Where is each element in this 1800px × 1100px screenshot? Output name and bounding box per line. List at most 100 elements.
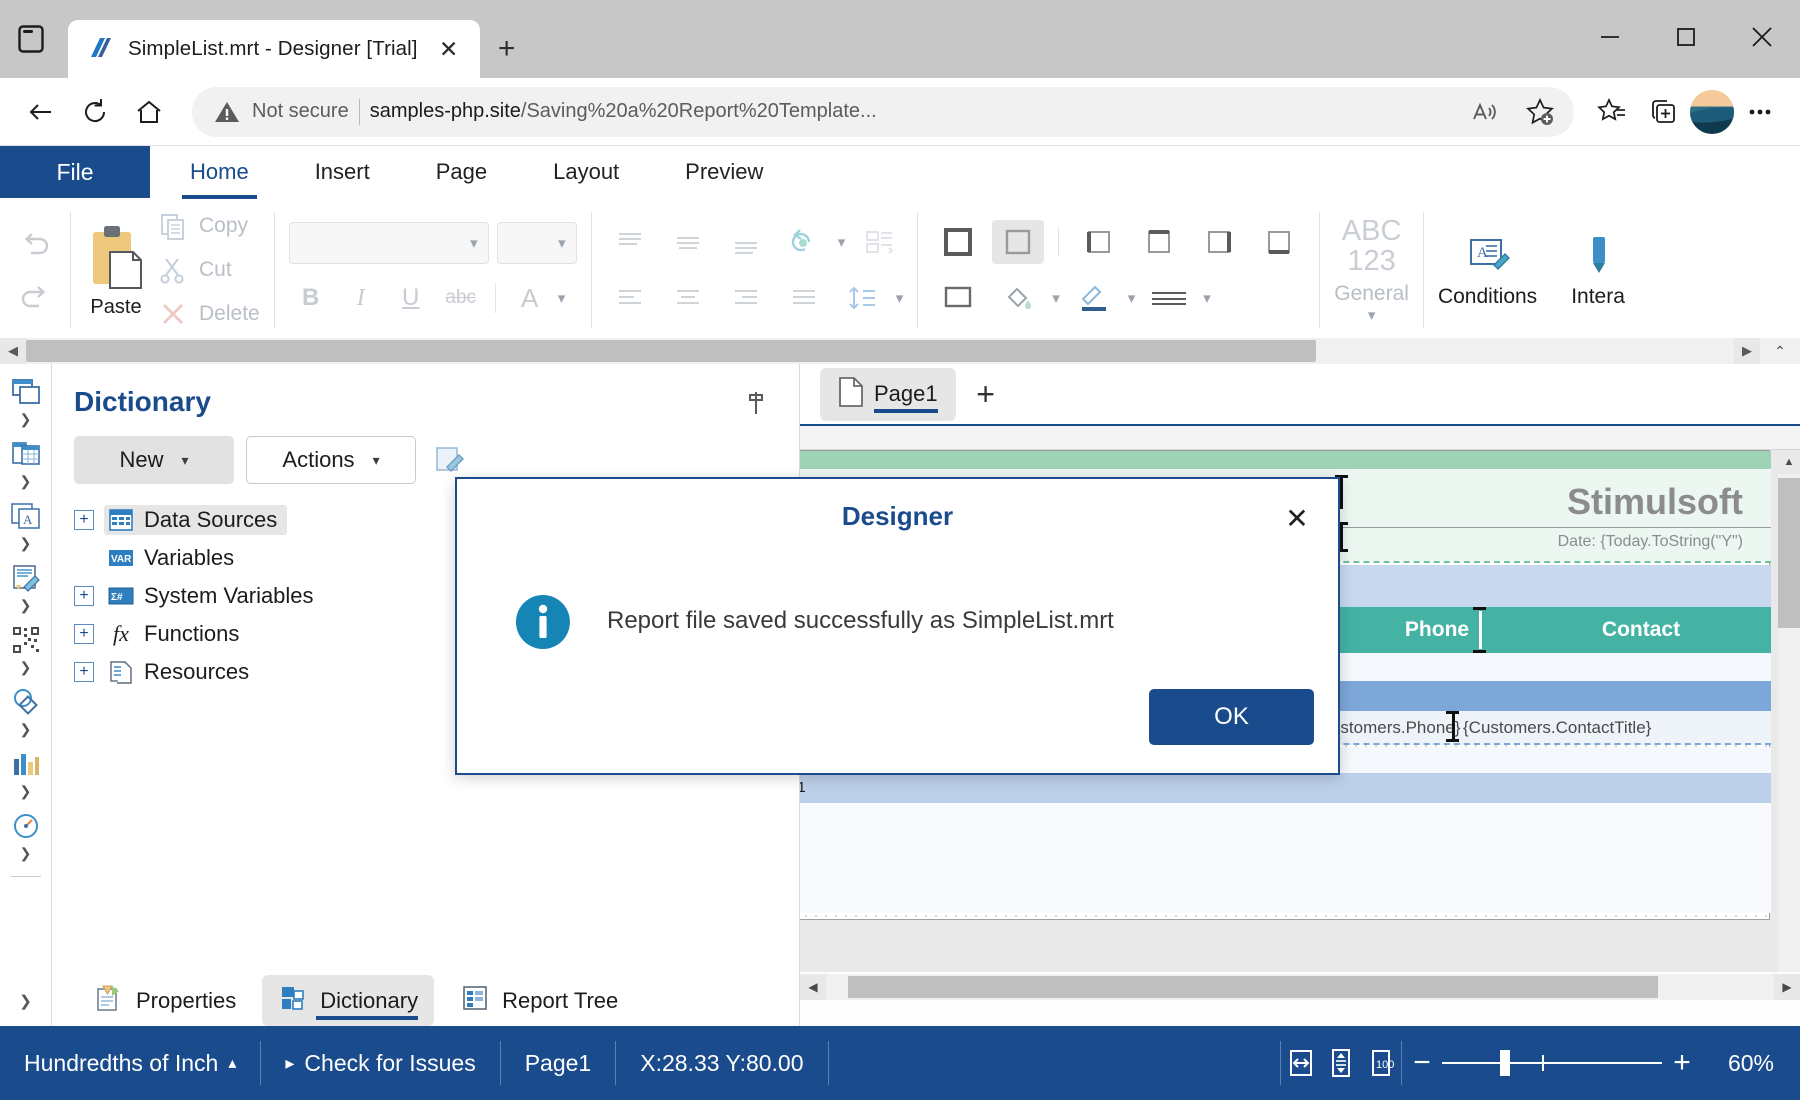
align-left-icon[interactable] bbox=[606, 277, 654, 319]
pin-icon[interactable] bbox=[741, 388, 771, 418]
rail-item-shapes[interactable]: ❯ bbox=[0, 682, 52, 742]
tab-page[interactable]: Page bbox=[410, 146, 513, 198]
check-issues-button[interactable]: ▸ Check for Issues bbox=[261, 1040, 499, 1086]
address-bar[interactable]: Not secure samples-php.site/Saving%20a%2… bbox=[192, 86, 1574, 137]
fit-page-icon[interactable] bbox=[1321, 1043, 1361, 1083]
chevron-down-icon[interactable]: ▾ bbox=[1052, 289, 1060, 307]
rail-item-barcode[interactable]: ❯ bbox=[0, 620, 52, 680]
fit-width-icon[interactable] bbox=[1281, 1043, 1321, 1083]
align-middle-icon[interactable] bbox=[664, 221, 712, 263]
underline-button[interactable]: U bbox=[389, 278, 433, 318]
actions-button[interactable]: Actions ▾ bbox=[246, 436, 416, 484]
security-indicator[interactable]: Not secure bbox=[214, 99, 349, 125]
tab-home[interactable]: Home bbox=[164, 146, 275, 199]
rail-item-gauge[interactable]: ❯ bbox=[0, 806, 52, 866]
border-box-icon[interactable] bbox=[932, 276, 984, 320]
align-bottom-icon[interactable] bbox=[722, 221, 770, 263]
horizontal-scroll-thumb[interactable] bbox=[848, 976, 1658, 998]
ribbon-collapse-button[interactable]: ⌃ bbox=[1760, 338, 1800, 364]
read-aloud-icon[interactable] bbox=[1458, 87, 1510, 137]
interaction-button[interactable]: Intera bbox=[1571, 231, 1625, 309]
chevron-down-icon[interactable]: ▾ bbox=[1128, 289, 1136, 307]
chevron-right-icon[interactable]: ❯ bbox=[20, 474, 32, 494]
current-page-label[interactable]: Page1 bbox=[501, 1040, 616, 1086]
tab-close-icon[interactable]: ✕ bbox=[432, 32, 466, 66]
delete-button[interactable]: Delete bbox=[159, 300, 260, 328]
border-right-icon[interactable] bbox=[1193, 220, 1245, 264]
refresh-icon[interactable] bbox=[68, 85, 122, 139]
footer-band-body[interactable] bbox=[800, 803, 1771, 913]
actual-size-icon[interactable]: 100 bbox=[1361, 1043, 1401, 1083]
border-left-icon[interactable] bbox=[1073, 220, 1125, 264]
tab-actions-icon[interactable] bbox=[0, 0, 62, 78]
zoom-slider[interactable] bbox=[1441, 1043, 1662, 1083]
rail-item-text[interactable]: A ❯ bbox=[0, 496, 52, 556]
ribbon-scroll-thumb[interactable] bbox=[26, 340, 1316, 362]
scroll-right-arrow[interactable]: ▶ bbox=[1774, 974, 1800, 1000]
report-title-text[interactable]: Stimulsoft bbox=[1567, 481, 1743, 523]
expand-icon[interactable]: + bbox=[74, 661, 94, 682]
minimize-icon[interactable] bbox=[1572, 0, 1648, 74]
undo-icon[interactable] bbox=[18, 231, 52, 264]
rail-item-data-table[interactable]: ❯ bbox=[0, 434, 52, 494]
tab-file[interactable]: File bbox=[0, 146, 150, 198]
scroll-up-arrow[interactable]: ▲ bbox=[1778, 450, 1800, 474]
home-icon[interactable] bbox=[122, 85, 176, 139]
zoom-in-button[interactable]: + bbox=[1662, 1043, 1702, 1083]
border-top-icon[interactable] bbox=[1133, 220, 1185, 264]
close-icon[interactable] bbox=[1724, 0, 1800, 74]
chevron-right-icon[interactable]: ❯ bbox=[20, 598, 32, 618]
strikethrough-button[interactable]: abc bbox=[439, 278, 483, 318]
chevron-down-icon[interactable]: ▾ bbox=[896, 289, 904, 307]
maximize-icon[interactable] bbox=[1648, 0, 1724, 74]
border-all-icon[interactable] bbox=[932, 220, 984, 264]
footer-band[interactable]: FooterBand1 bbox=[800, 773, 1771, 803]
expand-icon[interactable]: + bbox=[74, 509, 94, 530]
tab-report-tree[interactable]: Report Tree bbox=[444, 975, 634, 1026]
expand-icon[interactable]: + bbox=[74, 585, 94, 606]
align-top-icon[interactable] bbox=[606, 221, 654, 263]
cut-button[interactable]: Cut bbox=[159, 256, 260, 284]
zoom-level-label[interactable]: 60% bbox=[1702, 1050, 1800, 1077]
paste-button[interactable]: Paste bbox=[85, 222, 147, 319]
font-family-select[interactable]: ▾ bbox=[288, 222, 489, 264]
dialog-ok-button[interactable]: OK bbox=[1149, 689, 1314, 745]
horizontal-scroll-track[interactable] bbox=[826, 974, 1774, 1000]
add-favorite-icon[interactable] bbox=[1514, 87, 1566, 137]
border-style-icon[interactable] bbox=[1143, 276, 1195, 320]
chevron-right-icon[interactable]: ❯ bbox=[20, 722, 32, 742]
tab-layout[interactable]: Layout bbox=[527, 146, 645, 198]
fill-color-icon[interactable] bbox=[992, 276, 1044, 320]
vertical-scroll-thumb[interactable] bbox=[1778, 478, 1800, 628]
align-justify-icon[interactable] bbox=[780, 277, 828, 319]
conditions-button[interactable]: A Conditions bbox=[1438, 231, 1537, 309]
rail-expand-icon[interactable]: ❯ bbox=[0, 975, 52, 1026]
number-format-button[interactable]: ABC 123 General ▾ bbox=[1334, 215, 1409, 324]
browser-tab[interactable]: SimpleList.mrt - Designer [Trial] ✕ bbox=[68, 20, 480, 78]
text-wrap-icon[interactable] bbox=[855, 221, 903, 263]
copy-button[interactable]: Copy bbox=[159, 212, 260, 240]
line-spacing-icon[interactable] bbox=[838, 277, 886, 319]
rail-item-chart[interactable]: ❯ bbox=[0, 744, 52, 804]
data-cell-contact[interactable]: {Customers.ContactTitle} bbox=[1463, 718, 1651, 738]
zoom-slider-thumb[interactable] bbox=[1499, 1050, 1510, 1076]
chevron-right-icon[interactable]: ❯ bbox=[20, 536, 32, 556]
scroll-left-arrow[interactable]: ◀ bbox=[800, 974, 826, 1000]
canvas-vertical-scrollbar[interactable]: ▲ bbox=[1778, 450, 1800, 972]
new-tab-button[interactable]: + bbox=[480, 20, 534, 78]
canvas-horizontal-scrollbar[interactable]: ◀ ▶ bbox=[800, 974, 1800, 1000]
chevron-right-icon[interactable]: ❯ bbox=[20, 660, 32, 680]
border-color-icon[interactable] bbox=[1068, 276, 1120, 320]
rail-item-rich-text[interactable]: ❯ bbox=[0, 558, 52, 618]
ribbon-scroll-right-arrow[interactable]: ▶ bbox=[1734, 338, 1760, 364]
text-rotate-icon[interactable] bbox=[780, 221, 828, 263]
add-page-button[interactable]: + bbox=[964, 372, 1008, 416]
tab-preview[interactable]: Preview bbox=[659, 146, 789, 198]
collections-icon[interactable] bbox=[1638, 86, 1690, 138]
tab-properties[interactable]: Properties bbox=[78, 975, 252, 1026]
header-cell-phone[interactable]: Phone bbox=[1347, 607, 1527, 653]
align-center-icon[interactable] bbox=[664, 277, 712, 319]
report-date-text[interactable]: Date: {Today.ToString("Y") bbox=[1558, 533, 1743, 551]
edit-icon[interactable] bbox=[428, 438, 472, 482]
ribbon-scroll-track[interactable] bbox=[26, 338, 1734, 364]
